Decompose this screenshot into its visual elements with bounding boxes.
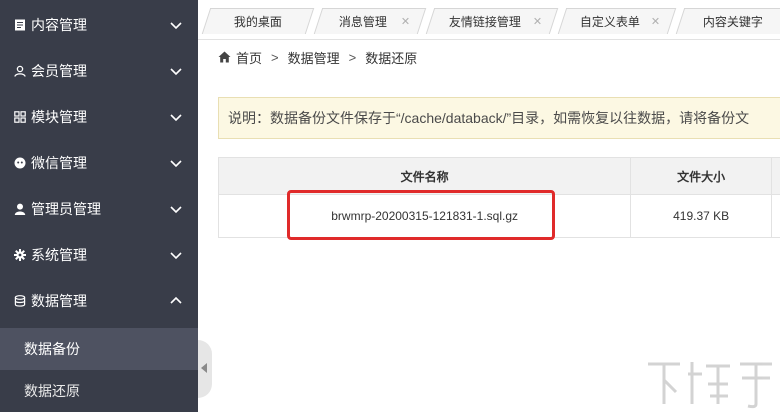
gear-icon <box>14 249 26 261</box>
close-icon[interactable]: ✕ <box>401 15 410 28</box>
database-icon <box>14 295 26 307</box>
caret-left-icon <box>201 363 207 373</box>
tab-friendlinks[interactable]: 友情链接管理 ✕ <box>425 8 559 34</box>
sidebar-item-label: 管理员管理 <box>31 201 101 217</box>
column-header-filename: 文件名称 <box>217 157 632 195</box>
breadcrumb-current: 数据还原 <box>365 50 418 66</box>
sidebar-item-data[interactable]: 数据管理 <box>0 278 198 324</box>
tab-keywords[interactable]: 内容关键字 <box>675 8 780 34</box>
breadcrumb-separator: > <box>348 49 357 65</box>
tab-custom-forms[interactable]: 自定义表单 ✕ <box>557 8 677 34</box>
sidebar-item-members[interactable]: 会员管理 <box>0 48 198 94</box>
sidebar-item-label: 会员管理 <box>31 63 87 79</box>
tab-label: 内容关键字 <box>702 15 763 29</box>
sidebar-subitem-backup[interactable]: 数据备份 <box>0 328 198 370</box>
watermark-logo <box>648 362 772 409</box>
close-icon[interactable]: ✕ <box>533 15 542 28</box>
grid-icon <box>14 111 26 123</box>
sidebar-item-label: 模块管理 <box>31 109 87 125</box>
sidebar-item-label: 微信管理 <box>31 155 87 171</box>
sidebar-item-admins[interactable]: 管理员管理 <box>0 186 198 232</box>
user-icon <box>14 203 26 215</box>
sidebar-item-label: 数据管理 <box>31 293 87 309</box>
chevron-up-icon <box>170 296 182 304</box>
chevron-down-icon <box>170 252 182 260</box>
cell-filesize: 419.37 KB <box>630 194 773 238</box>
table-header-row: 文件名称 文件大小 <box>217 157 780 195</box>
sidebar-item-wechat[interactable]: 微信管理 <box>0 140 198 186</box>
column-header-filesize: 文件大小 <box>630 157 773 195</box>
sidebar: 内容管理 会员管理 模块管理 微信管理 管理员管理 系统管理 数据管理 数据备份… <box>0 0 198 412</box>
wechat-icon <box>14 157 26 169</box>
breadcrumb-level1[interactable]: 数据管理 <box>288 48 340 67</box>
chevron-down-icon <box>170 114 182 122</box>
sidebar-collapse-handle[interactable] <box>198 340 212 398</box>
user-outline-icon <box>14 65 26 77</box>
breadcrumb: 首页 > 数据管理 > 数据还原 <box>218 48 417 66</box>
home-icon <box>218 51 231 63</box>
highlight-annotation <box>287 190 555 240</box>
sidebar-subitem-label: 数据还原 <box>24 383 80 399</box>
tab-label: 消息管理 <box>338 15 387 29</box>
notice-text: 说明：数据备份文件保存于“/cache/databack/”目录，如需恢复以往数… <box>228 110 750 126</box>
tab-label: 我的桌面 <box>233 15 282 29</box>
chevron-down-icon <box>170 68 182 76</box>
cell-more <box>771 194 780 238</box>
sidebar-item-system[interactable]: 系统管理 <box>0 232 198 278</box>
chevron-down-icon <box>170 206 182 214</box>
breadcrumb-separator: > <box>271 49 279 65</box>
sidebar-item-label: 系统管理 <box>31 247 87 263</box>
tab-label: 友情链接管理 <box>448 15 521 29</box>
tab-label: 自定义表单 <box>579 15 640 29</box>
close-icon[interactable]: ✕ <box>651 15 660 28</box>
tab-bar: 我的桌面 消息管理 ✕ 友情链接管理 ✕ 自定义表单 ✕ 内容关键字 <box>198 0 780 40</box>
breadcrumb-home[interactable]: 首页 <box>236 48 262 67</box>
sidebar-subitem-label: 数据备份 <box>24 341 80 357</box>
sidebar-item-label: 内容管理 <box>31 17 87 33</box>
tab-desktop[interactable]: 我的桌面 <box>201 8 315 34</box>
notice-box: 说明：数据备份文件保存于“/cache/databack/”目录，如需恢复以往数… <box>218 97 780 139</box>
document-icon <box>14 19 26 31</box>
sidebar-item-modules[interactable]: 模块管理 <box>0 94 198 140</box>
chevron-down-icon <box>170 22 182 30</box>
chevron-down-icon <box>170 160 182 168</box>
sidebar-item-content[interactable]: 内容管理 <box>0 2 198 48</box>
tab-messages[interactable]: 消息管理 ✕ <box>313 8 427 34</box>
column-header-more <box>771 157 780 195</box>
sidebar-subitem-restore[interactable]: 数据还原 <box>0 370 198 412</box>
